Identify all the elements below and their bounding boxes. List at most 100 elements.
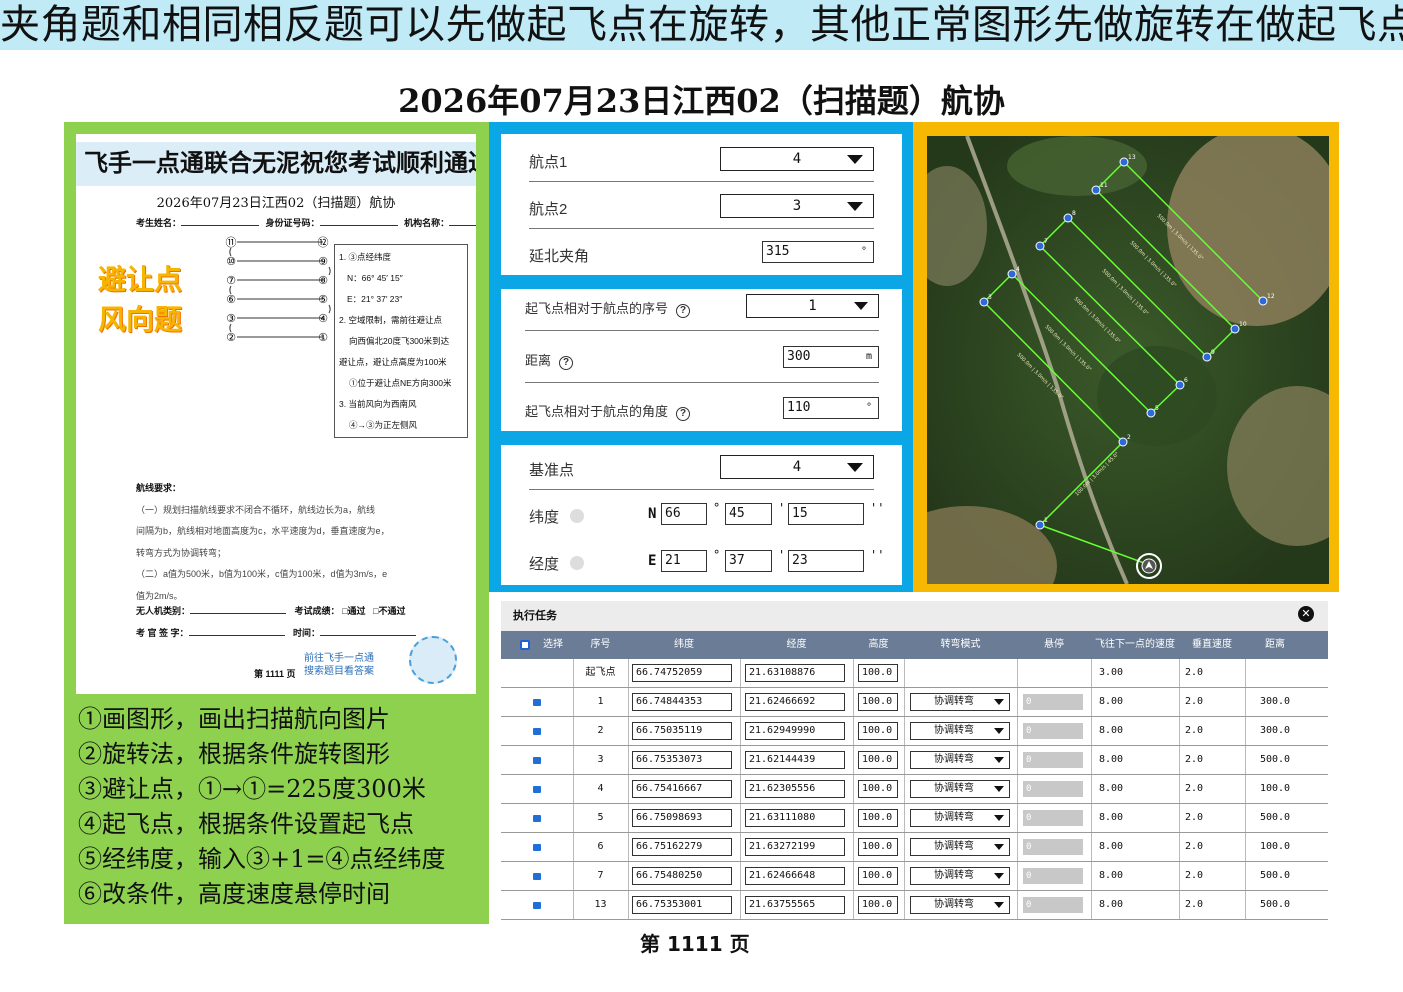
altitude-cell[interactable]: 100.0 — [858, 722, 898, 740]
latitude-cell[interactable]: 66.75353001 — [632, 896, 732, 914]
speed-cell: 3.00 — [1098, 667, 1124, 678]
qr-code-icon[interactable] — [409, 636, 457, 684]
help-icon: ? — [676, 407, 691, 421]
speed-cell: 8.00 — [1098, 870, 1124, 881]
table-row[interactable]: 4 66.75416667 21.62305556 100.0 协调转弯 0 8.00 2.0… — [501, 775, 1328, 804]
longitude-label: 经度 — [529, 556, 560, 573]
altitude-cell[interactable]: 100.0 — [858, 867, 898, 885]
row-checkbox[interactable] — [533, 757, 541, 764]
table-row[interactable]: 1 66.74844353 21.62466692 100.0 协调转弯 0 8.00 2.0… — [501, 688, 1328, 717]
altitude-cell[interactable]: 100.0 — [858, 693, 898, 711]
turn-mode-select[interactable]: 协调转弯 — [910, 896, 1010, 914]
hover-input[interactable]: 0 — [1023, 810, 1083, 826]
qr-hint-line: 前往飞手一点通 — [304, 653, 374, 664]
lon-second-input[interactable]: 23 — [788, 550, 864, 572]
condition-line: ④→③为正左侧风 — [349, 420, 418, 430]
table-row[interactable]: 5 66.75098693 21.63111080 100.0 协调转弯 0 8.00 2.0… — [501, 804, 1328, 833]
hover-input[interactable]: 0 — [1023, 868, 1083, 884]
col-header: 转弯模式 — [940, 639, 981, 650]
row-seq: 7 — [597, 870, 604, 881]
table-row[interactable]: 2 66.75035119 21.62949990 100.0 协调转弯 0 8.00 2.0… — [501, 717, 1328, 746]
latitude-cell[interactable]: 66.75162279 — [632, 838, 732, 856]
longitude-cell[interactable]: 21.62466648 — [745, 867, 845, 885]
chevron-down-icon — [854, 302, 868, 310]
waypoint-label: 11 — [1100, 182, 1108, 189]
table-row[interactable]: 3 66.75353073 21.62144439 100.0 协调转弯 0 8.00 2.0… — [501, 746, 1328, 775]
turn-mode-select[interactable]: 协调转弯 — [910, 693, 1010, 711]
hover-input[interactable]: 0 — [1023, 694, 1083, 710]
longitude-cell[interactable]: 21.62305556 — [745, 780, 845, 798]
table-row[interactable]: 起飞点 66.74752059 21.63108876 100.0 3.00 2.0 — [501, 659, 1328, 688]
row-checkbox[interactable] — [533, 815, 541, 822]
chevron-down-icon — [994, 873, 1004, 879]
longitude-cell[interactable]: 21.62949990 — [745, 722, 845, 740]
hover-input[interactable]: 0 — [1023, 723, 1083, 739]
longitude-cell[interactable]: 21.62144439 — [745, 751, 845, 769]
latitude-cell[interactable]: 66.75035119 — [632, 722, 732, 740]
altitude-cell[interactable]: 100.0 — [858, 809, 898, 827]
altitude-cell[interactable]: 100.0 — [858, 664, 898, 682]
col-header: 经度 — [786, 639, 807, 650]
latitude-cell[interactable]: 66.74752059 — [632, 664, 732, 682]
distance-cell: 100.0 — [1259, 841, 1291, 852]
longitude-cell[interactable]: 21.63272199 — [745, 838, 845, 856]
condition-line: 1. ③点经纬度 — [339, 252, 391, 262]
waypoint1-select[interactable]: 4 — [720, 147, 874, 171]
takeoff-seq-select[interactable]: 1 — [746, 294, 879, 318]
lon-minute-input[interactable]: 37 — [725, 550, 772, 572]
turn-mode-select[interactable]: 协调转弯 — [910, 751, 1010, 769]
row-checkbox[interactable] — [533, 902, 541, 909]
lon-degree-input[interactable]: 21 — [661, 550, 707, 572]
longitude-cell[interactable]: 21.63111080 — [745, 809, 845, 827]
longitude-cell[interactable]: 21.62466692 — [745, 693, 845, 711]
turn-mode-select[interactable]: 协调转弯 — [910, 838, 1010, 856]
waypoint-label: 6 — [1184, 377, 1188, 384]
close-icon[interactable]: ✕ — [1298, 606, 1314, 622]
lat-minute-input[interactable]: 45 — [725, 503, 772, 525]
org-label: 机构名称： — [404, 218, 450, 228]
base-point-select[interactable]: 4 — [720, 455, 874, 479]
hover-input[interactable]: 0 — [1023, 781, 1083, 797]
takeoff-angle-input[interactable]: 110 ° — [783, 397, 879, 419]
step-item: ①画图形，画出扫描航向图片 — [78, 705, 390, 733]
latitude-cell[interactable]: 66.75353073 — [632, 751, 732, 769]
turn-mode-select[interactable]: 协调转弯 — [910, 722, 1010, 740]
latitude-cell[interactable]: 66.75480250 — [632, 867, 732, 885]
hover-input[interactable]: 0 — [1023, 752, 1083, 768]
altitude-cell[interactable]: 100.0 — [858, 896, 898, 914]
turn-mode-select[interactable]: 协调转弯 — [910, 867, 1010, 885]
latitude-cell[interactable]: 66.74844353 — [632, 693, 732, 711]
distance-cell: 500.0 — [1259, 812, 1291, 823]
table-row[interactable]: 13 66.75353001 21.63755565 100.0 协调转弯 0 8.00 2.… — [501, 891, 1328, 920]
altitude-cell[interactable]: 100.0 — [858, 780, 898, 798]
table-row[interactable]: 7 66.75480250 21.62466648 100.0 协调转弯 0 8.00 2.0… — [501, 862, 1328, 891]
turn-mode-select[interactable]: 协调转弯 — [910, 780, 1010, 798]
waypoint-label: 4 — [1016, 266, 1020, 273]
diagram-node: ④ — [318, 312, 328, 325]
row-checkbox[interactable] — [533, 728, 541, 735]
altitude-cell[interactable]: 100.0 — [858, 838, 898, 856]
waypoint-label: 5 — [1155, 405, 1159, 412]
row-checkbox[interactable] — [533, 873, 541, 880]
table-row[interactable]: 6 66.75162279 21.63272199 100.0 协调转弯 0 8.00 2.0… — [501, 833, 1328, 862]
hover-input[interactable]: 0 — [1023, 839, 1083, 855]
distance-cell: 500.0 — [1259, 899, 1291, 910]
turn-mode-select[interactable]: 协调转弯 — [910, 809, 1010, 827]
select-all-checkbox[interactable] — [520, 640, 530, 650]
lat-degree-input[interactable]: 66 — [661, 503, 707, 525]
waypoint-label: 8 — [1072, 210, 1076, 217]
row-checkbox[interactable] — [533, 699, 541, 706]
hover-input[interactable]: 0 — [1023, 897, 1083, 913]
latitude-cell[interactable]: 66.75098693 — [632, 809, 732, 827]
lat-second-input[interactable]: 15 — [788, 503, 864, 525]
north-angle-input[interactable]: 315 ° — [762, 241, 874, 263]
row-checkbox[interactable] — [533, 786, 541, 793]
latitude-cell[interactable]: 66.75416667 — [632, 780, 732, 798]
altitude-cell[interactable]: 100.0 — [858, 751, 898, 769]
longitude-cell[interactable]: 21.63755565 — [745, 896, 845, 914]
longitude-cell[interactable]: 21.63108876 — [745, 664, 845, 682]
satellite-map[interactable]: 13 12 11 8 7 4 3 10 9 6 5 2 1 500.0m | 3… — [927, 136, 1329, 584]
distance-input[interactable]: 300 m — [783, 346, 879, 368]
row-checkbox[interactable] — [533, 844, 541, 851]
waypoint2-select[interactable]: 3 — [720, 194, 874, 218]
